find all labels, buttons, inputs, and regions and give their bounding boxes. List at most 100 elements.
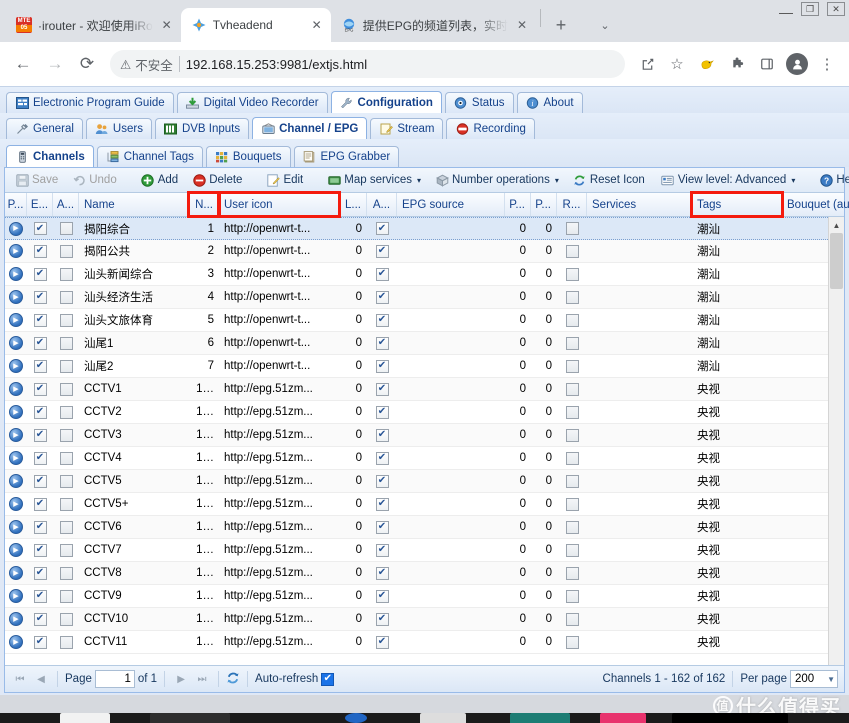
checkbox-a2[interactable]: ✔: [375, 405, 389, 419]
cell-epg_source[interactable]: [397, 332, 505, 354]
taskbar-item-2[interactable]: [150, 713, 230, 723]
cell-epg_source[interactable]: [397, 493, 505, 515]
tab-recording[interactable]: Recording: [446, 118, 535, 139]
checkbox-a2[interactable]: ✔: [375, 336, 389, 350]
cell-name[interactable]: CCTV5+: [79, 493, 189, 515]
back-button[interactable]: ←: [8, 49, 38, 79]
cell-user_icon[interactable]: http://epg.51zm...: [219, 516, 339, 538]
table-row[interactable]: ▶ ✔ CCTV1 1… http://epg.51zm... 0 ✔ 0 0 央视: [5, 378, 844, 401]
play-icon[interactable]: ▶: [9, 520, 23, 534]
cell-play[interactable]: ▶: [5, 562, 27, 584]
cell-r[interactable]: [557, 539, 587, 561]
cell-p1[interactable]: 0: [505, 218, 531, 239]
table-row[interactable]: ▶ ✔ 揭阳公共 2 http://openwrt-t... 0 ✔ 0 0 潮汕: [5, 240, 844, 263]
cell-enabled[interactable]: ✔: [27, 516, 53, 538]
profile-avatar-icon[interactable]: [783, 50, 811, 78]
cell-epg_source[interactable]: [397, 608, 505, 630]
cell-number[interactable]: 1…: [189, 562, 219, 584]
checkbox-r[interactable]: [565, 428, 579, 442]
cell-number[interactable]: 1…: [189, 585, 219, 607]
cell-p2[interactable]: 0: [531, 516, 557, 538]
cell-services[interactable]: [587, 447, 692, 469]
cell-user_icon[interactable]: http://epg.51zm...: [219, 424, 339, 446]
scrollbar-thumb[interactable]: [830, 233, 843, 289]
cell-r[interactable]: [557, 516, 587, 538]
cell-p1[interactable]: 0: [505, 332, 531, 354]
cell-name[interactable]: CCTV3: [79, 424, 189, 446]
column-header-tags[interactable]: Tags: [690, 191, 784, 218]
cell-services[interactable]: [587, 218, 692, 239]
cell-name[interactable]: 汕尾1: [79, 332, 189, 354]
cell-user_icon[interactable]: http://openwrt-t...: [219, 240, 339, 262]
cell-services[interactable]: [587, 631, 692, 653]
reload-button[interactable]: ⟳: [72, 49, 102, 79]
cell-number[interactable]: 1…: [189, 401, 219, 423]
cell-l[interactable]: 0: [339, 218, 367, 239]
cell-auto[interactable]: [53, 309, 79, 331]
play-icon[interactable]: ▶: [9, 612, 23, 626]
cell-epg_source[interactable]: [397, 585, 505, 607]
checkbox-a2[interactable]: ✔: [375, 520, 389, 534]
per-page-select[interactable]: 200 ▼: [790, 670, 838, 688]
play-icon[interactable]: ▶: [9, 244, 23, 258]
cell-number[interactable]: 7: [189, 355, 219, 377]
cell-r[interactable]: [557, 378, 587, 400]
cell-a2[interactable]: ✔: [367, 378, 397, 400]
cell-user_icon[interactable]: http://openwrt-t...: [219, 286, 339, 308]
checkbox-a2[interactable]: ✔: [375, 222, 389, 235]
cell-p1[interactable]: 0: [505, 608, 531, 630]
checkbox-enabled[interactable]: ✔: [33, 474, 47, 488]
play-icon[interactable]: ▶: [9, 635, 23, 649]
cell-tags[interactable]: 央视: [692, 378, 782, 400]
tab-users[interactable]: Users: [85, 118, 152, 139]
cell-tags[interactable]: 央视: [692, 493, 782, 515]
cell-tags[interactable]: 央视: [692, 447, 782, 469]
cell-tags[interactable]: 央视: [692, 424, 782, 446]
cell-l[interactable]: 0: [339, 493, 367, 515]
checkbox-enabled[interactable]: ✔: [33, 566, 47, 580]
checkbox-r[interactable]: [565, 451, 579, 465]
cell-p1[interactable]: 0: [505, 585, 531, 607]
cell-p2[interactable]: 0: [531, 470, 557, 492]
cell-name[interactable]: 汕头经济生活: [79, 286, 189, 308]
cell-play[interactable]: ▶: [5, 355, 27, 377]
cell-l[interactable]: 0: [339, 562, 367, 584]
play-icon[interactable]: ▶: [9, 405, 23, 419]
browser-tab-3[interactable]: EPG 提供EPG的频道列表，实时 ✕: [330, 8, 537, 42]
checkbox-r[interactable]: [565, 336, 579, 350]
cell-enabled[interactable]: ✔: [27, 218, 53, 239]
checkbox-r[interactable]: [565, 382, 579, 396]
cell-number[interactable]: 1…: [189, 378, 219, 400]
first-page-button[interactable]: ⏮: [11, 670, 29, 688]
cell-enabled[interactable]: ✔: [27, 631, 53, 653]
cell-play[interactable]: ▶: [5, 608, 27, 630]
cell-tags[interactable]: 潮汕: [692, 309, 782, 331]
column-header-p2[interactable]: P...: [531, 193, 557, 216]
table-row[interactable]: ▶ ✔ CCTV7 1… http://epg.51zm... 0 ✔ 0 0 央视: [5, 539, 844, 562]
tab-about[interactable]: i About: [516, 92, 583, 113]
close-window-button[interactable]: ✕: [827, 2, 845, 16]
column-header-services[interactable]: Services: [587, 193, 692, 216]
cell-l[interactable]: 0: [339, 608, 367, 630]
checkbox-auto[interactable]: [59, 222, 73, 235]
cell-name[interactable]: 汕头新闻综合: [79, 263, 189, 285]
checkbox-auto[interactable]: [59, 543, 73, 557]
cell-tags[interactable]: 潮汕: [692, 218, 782, 239]
taskbar-item-3[interactable]: [345, 713, 367, 723]
tab-channel-epg[interactable]: Channel / EPG: [252, 117, 368, 139]
cell-play[interactable]: ▶: [5, 240, 27, 262]
cell-p1[interactable]: 0: [505, 424, 531, 446]
cell-number[interactable]: 1…: [189, 493, 219, 515]
table-row[interactable]: ▶ ✔ CCTV9 1… http://epg.51zm... 0 ✔ 0 0 央视: [5, 585, 844, 608]
cell-user_icon[interactable]: http://epg.51zm...: [219, 608, 339, 630]
cell-number[interactable]: 1…: [189, 516, 219, 538]
cell-services[interactable]: [587, 424, 692, 446]
table-row[interactable]: ▶ ✔ CCTV4 1… http://epg.51zm... 0 ✔ 0 0 央视: [5, 447, 844, 470]
cell-p2[interactable]: 0: [531, 539, 557, 561]
cell-epg_source[interactable]: [397, 263, 505, 285]
cell-auto[interactable]: [53, 608, 79, 630]
play-icon[interactable]: ▶: [9, 566, 23, 580]
cell-p2[interactable]: 0: [531, 309, 557, 331]
checkbox-auto[interactable]: [59, 359, 73, 373]
tab-dvb-inputs[interactable]: DVB Inputs: [154, 118, 250, 139]
